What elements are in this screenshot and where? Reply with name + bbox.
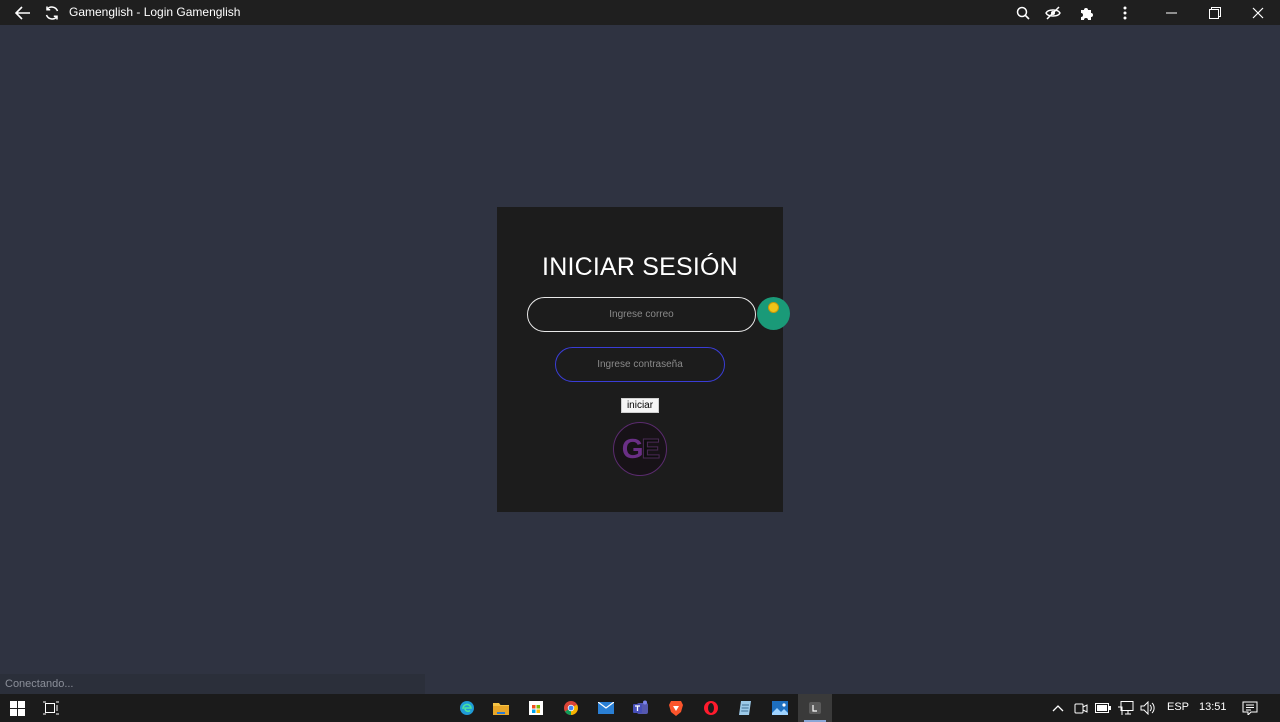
login-card: INICIAR SESIÓN iniciar GE	[497, 207, 783, 512]
mail-icon[interactable]	[593, 694, 619, 722]
minimize-icon[interactable]	[1158, 0, 1186, 25]
login-button[interactable]: iniciar	[621, 398, 659, 413]
extensions-icon[interactable]	[1076, 0, 1098, 25]
brave-icon[interactable]	[663, 694, 689, 722]
teams-icon[interactable]	[628, 694, 654, 722]
back-arrow-icon[interactable]	[10, 0, 36, 25]
battery-icon[interactable]	[1093, 694, 1113, 722]
show-hidden-icons-icon[interactable]	[1048, 694, 1068, 722]
taskbar: ESP 13:51	[0, 694, 1280, 722]
notifications-icon[interactable]	[1238, 694, 1262, 722]
status-bar: Conectando...	[0, 674, 425, 694]
title-bar: Gamenglish - Login Gamenglish	[0, 0, 1280, 25]
gamenglish-logo: GE	[613, 422, 667, 476]
start-windows-icon[interactable]	[4, 694, 30, 722]
photos-icon[interactable]	[767, 694, 793, 722]
tracking-prevention-icon[interactable]	[1042, 0, 1064, 25]
active-app-icon[interactable]	[798, 694, 832, 722]
restore-icon[interactable]	[1201, 0, 1229, 25]
email-input[interactable]	[527, 297, 756, 332]
close-icon[interactable]	[1244, 0, 1272, 25]
volume-icon[interactable]	[1138, 694, 1158, 722]
clock[interactable]: 13:51	[1199, 701, 1227, 713]
language-indicator[interactable]: ESP	[1167, 701, 1189, 713]
file-explorer-icon[interactable]	[488, 694, 514, 722]
password-manager-icon[interactable]	[757, 297, 790, 330]
notepad-icon[interactable]	[733, 694, 759, 722]
zoom-icon[interactable]	[1012, 0, 1034, 25]
edge-browser-icon[interactable]	[454, 694, 480, 722]
more-options-icon[interactable]	[1114, 0, 1136, 25]
password-input[interactable]	[555, 347, 725, 382]
reload-icon[interactable]	[40, 0, 64, 25]
login-heading: INICIAR SESIÓN	[542, 253, 738, 281]
window-title: Gamenglish - Login Gamenglish	[69, 5, 241, 19]
network-icon[interactable]	[1116, 694, 1136, 722]
store-icon[interactable]	[523, 694, 549, 722]
task-view-icon[interactable]	[38, 694, 64, 722]
opera-icon[interactable]	[698, 694, 724, 722]
key-dot-icon	[768, 302, 779, 313]
logo-mark: GE	[621, 433, 661, 465]
chrome-icon[interactable]	[558, 694, 584, 722]
meet-now-icon[interactable]	[1071, 694, 1091, 722]
